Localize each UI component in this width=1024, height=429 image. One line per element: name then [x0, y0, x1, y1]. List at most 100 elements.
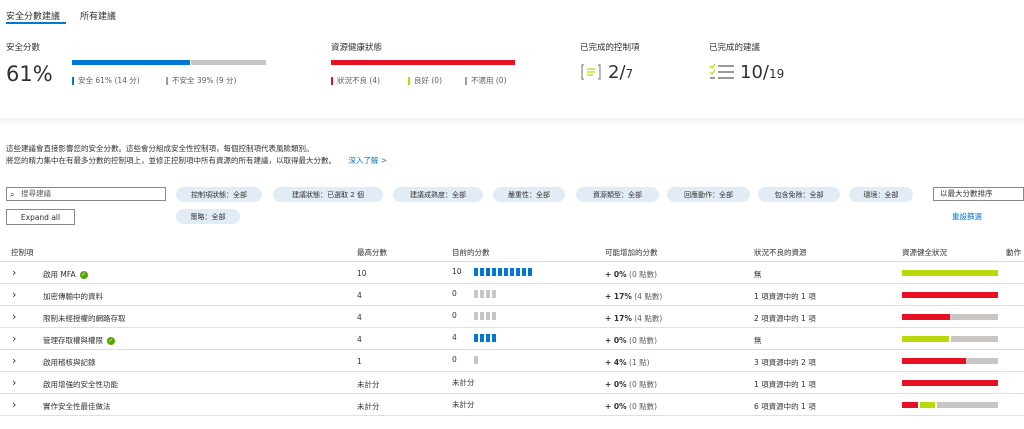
row-divider: [0, 415, 1024, 416]
resource-health-bar: [902, 336, 998, 342]
potential-increase: + 4% (1 點): [605, 358, 650, 367]
health-bar-neutral: [951, 336, 998, 342]
column-header-max-score[interactable]: 最高分數: [357, 247, 387, 258]
filter-recommendation-maturity[interactable]: 建議成熟度：全部: [393, 187, 483, 202]
chevron-right-icon[interactable]: ›: [12, 288, 16, 301]
score-segment: [486, 312, 490, 320]
current-score: 0: [452, 311, 498, 320]
score-segment: [522, 268, 526, 276]
filter-environment[interactable]: 環境：全部: [849, 187, 913, 202]
control-name: 啟用稽核與記錄: [43, 358, 96, 367]
column-header-control[interactable]: 控制項: [11, 247, 34, 258]
max-score: 4: [357, 335, 362, 344]
secure-score-healthy-legend: 安全 61% (14 分): [72, 75, 140, 86]
score-segment: [486, 268, 490, 276]
score-segment: [474, 312, 478, 320]
column-header-unhealthy-resources[interactable]: 狀況不良的資源: [754, 247, 807, 258]
chevron-right-icon[interactable]: ›: [12, 310, 16, 323]
unhealthy-resources: 1 項資源中的 1 項: [754, 292, 816, 301]
potential-increase: + 0% (0 點數): [605, 336, 658, 345]
expand-all-button[interactable]: Expand all: [6, 209, 75, 225]
health-bar-neutral: [950, 314, 998, 320]
filter-severity[interactable]: 嚴重性：全部: [493, 187, 565, 202]
current-score: 0: [452, 355, 480, 364]
filter-resource-type[interactable]: 資源類型：全部: [576, 187, 659, 202]
filter-initiative[interactable]: 策略：全部: [176, 209, 240, 224]
potential-increase: + 0% (0 點數): [605, 270, 658, 279]
health-bar-neutral: [937, 402, 998, 408]
secure-score-value: 61%: [6, 62, 53, 86]
secure-score-label: 安全分數: [6, 43, 41, 53]
max-score: 4: [357, 291, 362, 300]
secure-score-unhealthy-legend: 不安全 39% (9 分): [166, 75, 236, 86]
current-score: 未計分: [452, 378, 475, 387]
control-name: 實作安全性最佳做法: [43, 402, 111, 411]
search-input[interactable]: ⌕ 搜尋建議: [6, 187, 166, 201]
max-score: 10: [357, 269, 367, 278]
filter-response-actions[interactable]: 回應動作：全部: [667, 187, 750, 202]
search-icon: ⌕: [10, 190, 15, 199]
chevron-right-icon[interactable]: ›: [12, 398, 16, 411]
health-bar-unhealthy: [902, 358, 967, 364]
column-header-resource-health[interactable]: 資源健全狀況: [902, 247, 947, 258]
table-row-restrict-network-access[interactable]: › 限制未經授權的網路存取 4 0 + 17% (4 點數) 2 項資源中的 1…: [0, 306, 1024, 328]
filter-control-status[interactable]: 控制項狀態：全部: [176, 187, 262, 202]
table-row-enable-mfa[interactable]: › 啟用 MFA ✓ 10 10 + 0% (0 點數) 無: [0, 262, 1024, 284]
resource-health-bar: [902, 380, 998, 386]
score-segment: [474, 334, 478, 342]
table-row-manage-access-permissions[interactable]: › 管理存取權與權限 ✓ 4 4 + 0% (0 點數) 無: [0, 328, 1024, 350]
health-bar-healthy: [902, 270, 998, 276]
tab-all-recommendations[interactable]: 所有建議: [80, 9, 116, 22]
unhealthy-resources: 3 項資源中的 2 項: [754, 358, 816, 367]
table-row-enhanced-security-features[interactable]: › 啟用增強的安全性功能 未計分 未計分 + 0% (0 點數) 1 項資源中的…: [0, 372, 1024, 394]
filter-recommendation-status[interactable]: 建議狀態：已選取 2 個: [273, 187, 383, 202]
resource-health-bar: [902, 358, 998, 364]
health-bar-healthy: [919, 402, 936, 408]
table-row-enable-auditing-logging[interactable]: › 啟用稽核與記錄 1 0 + 4% (1 點) 3 項資源中的 2 項: [0, 350, 1024, 372]
table-row-security-best-practices[interactable]: › 實作安全性最佳做法 未計分 未計分 + 0% (0 點數) 6 項資源中的 …: [0, 394, 1024, 416]
score-segment: [486, 290, 490, 298]
current-score: 未計分: [452, 400, 475, 409]
score-segment: [492, 268, 496, 276]
tab-secure-score-recommendations[interactable]: 安全分數建議: [6, 9, 60, 22]
secure-score-healthy-bar: [72, 60, 190, 65]
health-bar-neutral: [966, 358, 998, 364]
chevron-right-icon[interactable]: ›: [12, 354, 16, 367]
resource-health-bar: [902, 314, 998, 320]
controls-icon: [580, 63, 602, 81]
reset-filters-link[interactable]: 重設篩選: [952, 211, 982, 222]
score-segment: [528, 268, 532, 276]
score-segment: [492, 290, 496, 298]
chevron-right-icon[interactable]: ›: [12, 332, 16, 345]
unhealthy-resources: 無: [754, 336, 762, 345]
health-bar-unhealthy: [902, 314, 950, 320]
sort-dropdown[interactable]: 以最大分數排序: [933, 187, 1024, 201]
chevron-right-icon[interactable]: ›: [12, 376, 16, 389]
filter-include-exemptions[interactable]: 包含免除：全部: [758, 187, 840, 202]
resource-health-bar: [331, 60, 515, 65]
unhealthy-resources: 1 項資源中的 1 項: [754, 380, 816, 389]
unhealthy-legend: 狀況不良 (4): [331, 75, 380, 86]
potential-increase: + 17% (4 點數): [605, 314, 663, 323]
score-segment: [474, 268, 478, 276]
completed-recommendations-value: 10/19: [740, 62, 785, 83]
current-score: 0: [452, 289, 498, 298]
score-segment: [480, 268, 484, 276]
column-header-current-score[interactable]: 目前的分數: [452, 247, 490, 258]
score-segment: [474, 356, 478, 364]
not-applicable-legend: 不適用 (0): [465, 75, 507, 86]
health-bar-unhealthy: [902, 380, 998, 386]
score-segment: [492, 312, 496, 320]
column-header-potential-increase[interactable]: 可能增加的分數: [605, 247, 658, 258]
control-name: 啟用增強的安全性功能: [43, 380, 118, 389]
chevron-right-icon[interactable]: ›: [12, 266, 16, 279]
score-segment: [474, 290, 478, 298]
learn-more-link[interactable]: 深入了解 >: [348, 156, 387, 165]
healthy-legend: 良好 (0): [408, 75, 442, 86]
max-score: 未計分: [357, 402, 380, 411]
score-segment: [480, 334, 484, 342]
max-score: 1: [357, 357, 362, 366]
health-bar-healthy: [902, 336, 949, 342]
resource-health-label: 資源健康狀態: [331, 43, 383, 53]
table-row-encrypt-data-in-transit[interactable]: › 加密傳輸中的資料 4 0 + 17% (4 點數) 1 項資源中的 1 項: [0, 284, 1024, 306]
